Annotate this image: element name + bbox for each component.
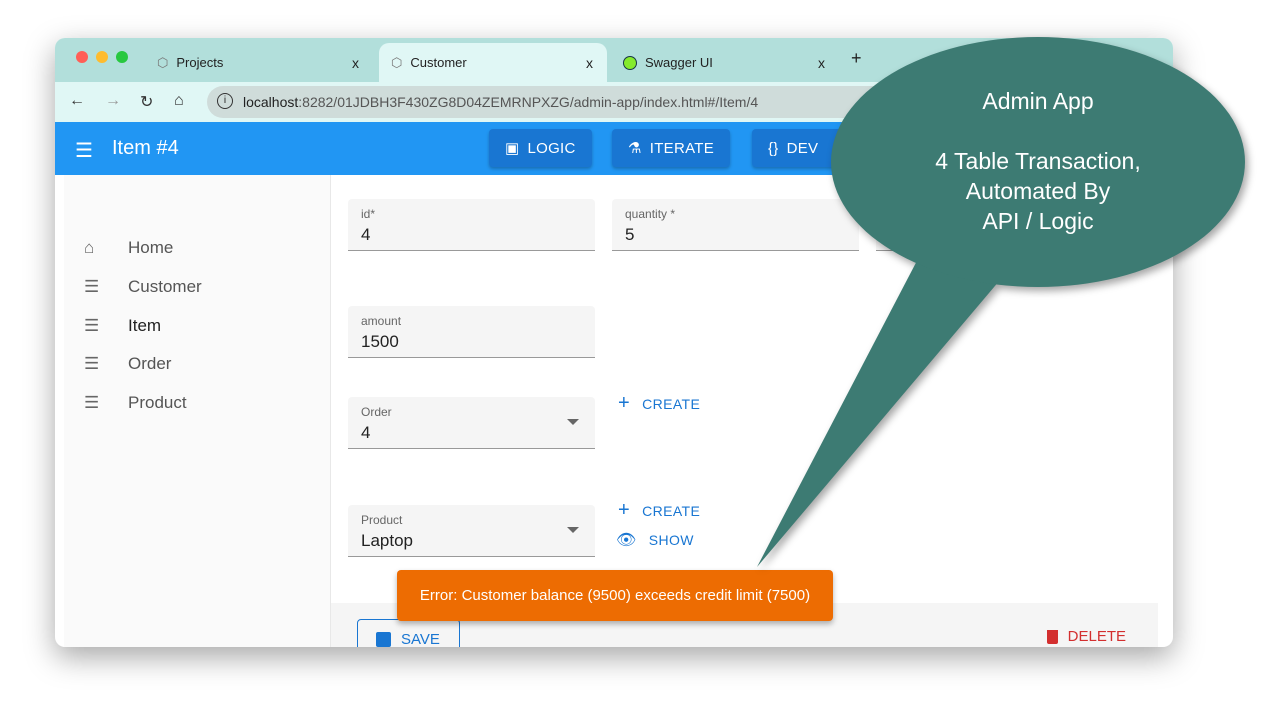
tab-swagger[interactable]: Swagger UI x (611, 43, 839, 82)
list-icon: ☰ (84, 277, 100, 296)
home-icon: ⌂ (84, 238, 95, 257)
forward-icon[interactable]: → (105, 92, 121, 110)
callout-title: Admin App (982, 88, 1094, 114)
home-icon[interactable]: ⌂ (174, 92, 184, 110)
info-icon[interactable]: i (217, 93, 233, 109)
dropdown-caret-icon (567, 527, 579, 533)
iterate-button[interactable]: ⚗ ITERATE (612, 129, 731, 167)
menu-icon[interactable]: ☰ (75, 138, 93, 163)
close-window-button[interactable] (76, 51, 88, 63)
sidebar-item-order[interactable]: ☰ Order (84, 352, 171, 376)
callout-line: API / Logic (982, 208, 1094, 234)
floppy-icon (376, 631, 391, 647)
plus-icon: + (618, 392, 631, 414)
minimize-window-button[interactable] (96, 51, 108, 63)
error-toast: Error: Customer balance (9500) exceeds c… (397, 570, 833, 621)
sidebar: ⌂ Home ☰ Customer ☰ Item ☰ Order ☰ Product (64, 175, 330, 647)
hexagon-icon: ⬡ (391, 54, 403, 70)
quantity-field[interactable]: quantity * 5 (612, 199, 859, 251)
show-product-button[interactable]: 👁 SHOW (616, 530, 694, 550)
list-icon: ☰ (84, 354, 100, 373)
product-select[interactable]: Product Laptop (348, 505, 595, 557)
plus-icon: + (618, 499, 631, 521)
tab-projects[interactable]: ⬡ Projects x (145, 43, 373, 82)
create-order-button[interactable]: + CREATE (618, 392, 700, 415)
reload-icon[interactable]: ↻ (140, 92, 153, 112)
eye-icon: 👁 (616, 532, 637, 549)
logic-button[interactable]: ▣ LOGIC (489, 129, 592, 167)
sidebar-item-item[interactable]: ☰ Item (84, 314, 161, 338)
flask-icon: ⚗ (628, 140, 642, 157)
callout-line: Automated By (965, 178, 1111, 204)
browser-window: ⬡ Projects x ⬡ Customer x Swagger UI x + ← → … (55, 38, 1173, 647)
create-product-button[interactable]: + CREATE (618, 499, 700, 522)
list-icon: ☰ (84, 393, 100, 412)
order-select[interactable]: Order 4 (348, 397, 595, 449)
tab-bar: ⬡ Projects x ⬡ Customer x Swagger UI x + (55, 38, 1173, 82)
dropdown-caret-icon (567, 419, 579, 425)
sidebar-item-customer[interactable]: ☰ Customer (84, 275, 202, 299)
list-icon: ☰ (84, 316, 100, 335)
tab-customer[interactable]: ⬡ Customer x (379, 43, 607, 82)
save-button[interactable]: SAVE (357, 619, 460, 647)
hexagon-icon: ⬡ (157, 54, 169, 70)
amount-field[interactable]: amount 1500 (348, 306, 595, 358)
back-icon[interactable]: ← (69, 92, 85, 110)
trash-icon (1046, 629, 1058, 644)
callout-line: 4 Table Transaction, (935, 148, 1141, 174)
delete-button[interactable]: DELETE (1046, 628, 1126, 645)
id-field[interactable]: id* 4 (348, 199, 595, 251)
sidebar-item-home[interactable]: ⌂ Home (84, 236, 173, 260)
maximize-window-button[interactable] (116, 51, 128, 63)
swagger-icon (623, 55, 637, 70)
chip-icon: ▣ (505, 140, 520, 157)
page-title: Item #4 (112, 137, 179, 159)
code-icon: {} (768, 139, 779, 157)
close-tab-icon[interactable]: x (818, 55, 825, 71)
close-tab-icon[interactable]: x (352, 55, 359, 71)
sidebar-item-product[interactable]: ☰ Product (84, 391, 187, 415)
close-tab-icon[interactable]: x (586, 55, 593, 71)
new-tab-button[interactable]: + (851, 48, 862, 69)
